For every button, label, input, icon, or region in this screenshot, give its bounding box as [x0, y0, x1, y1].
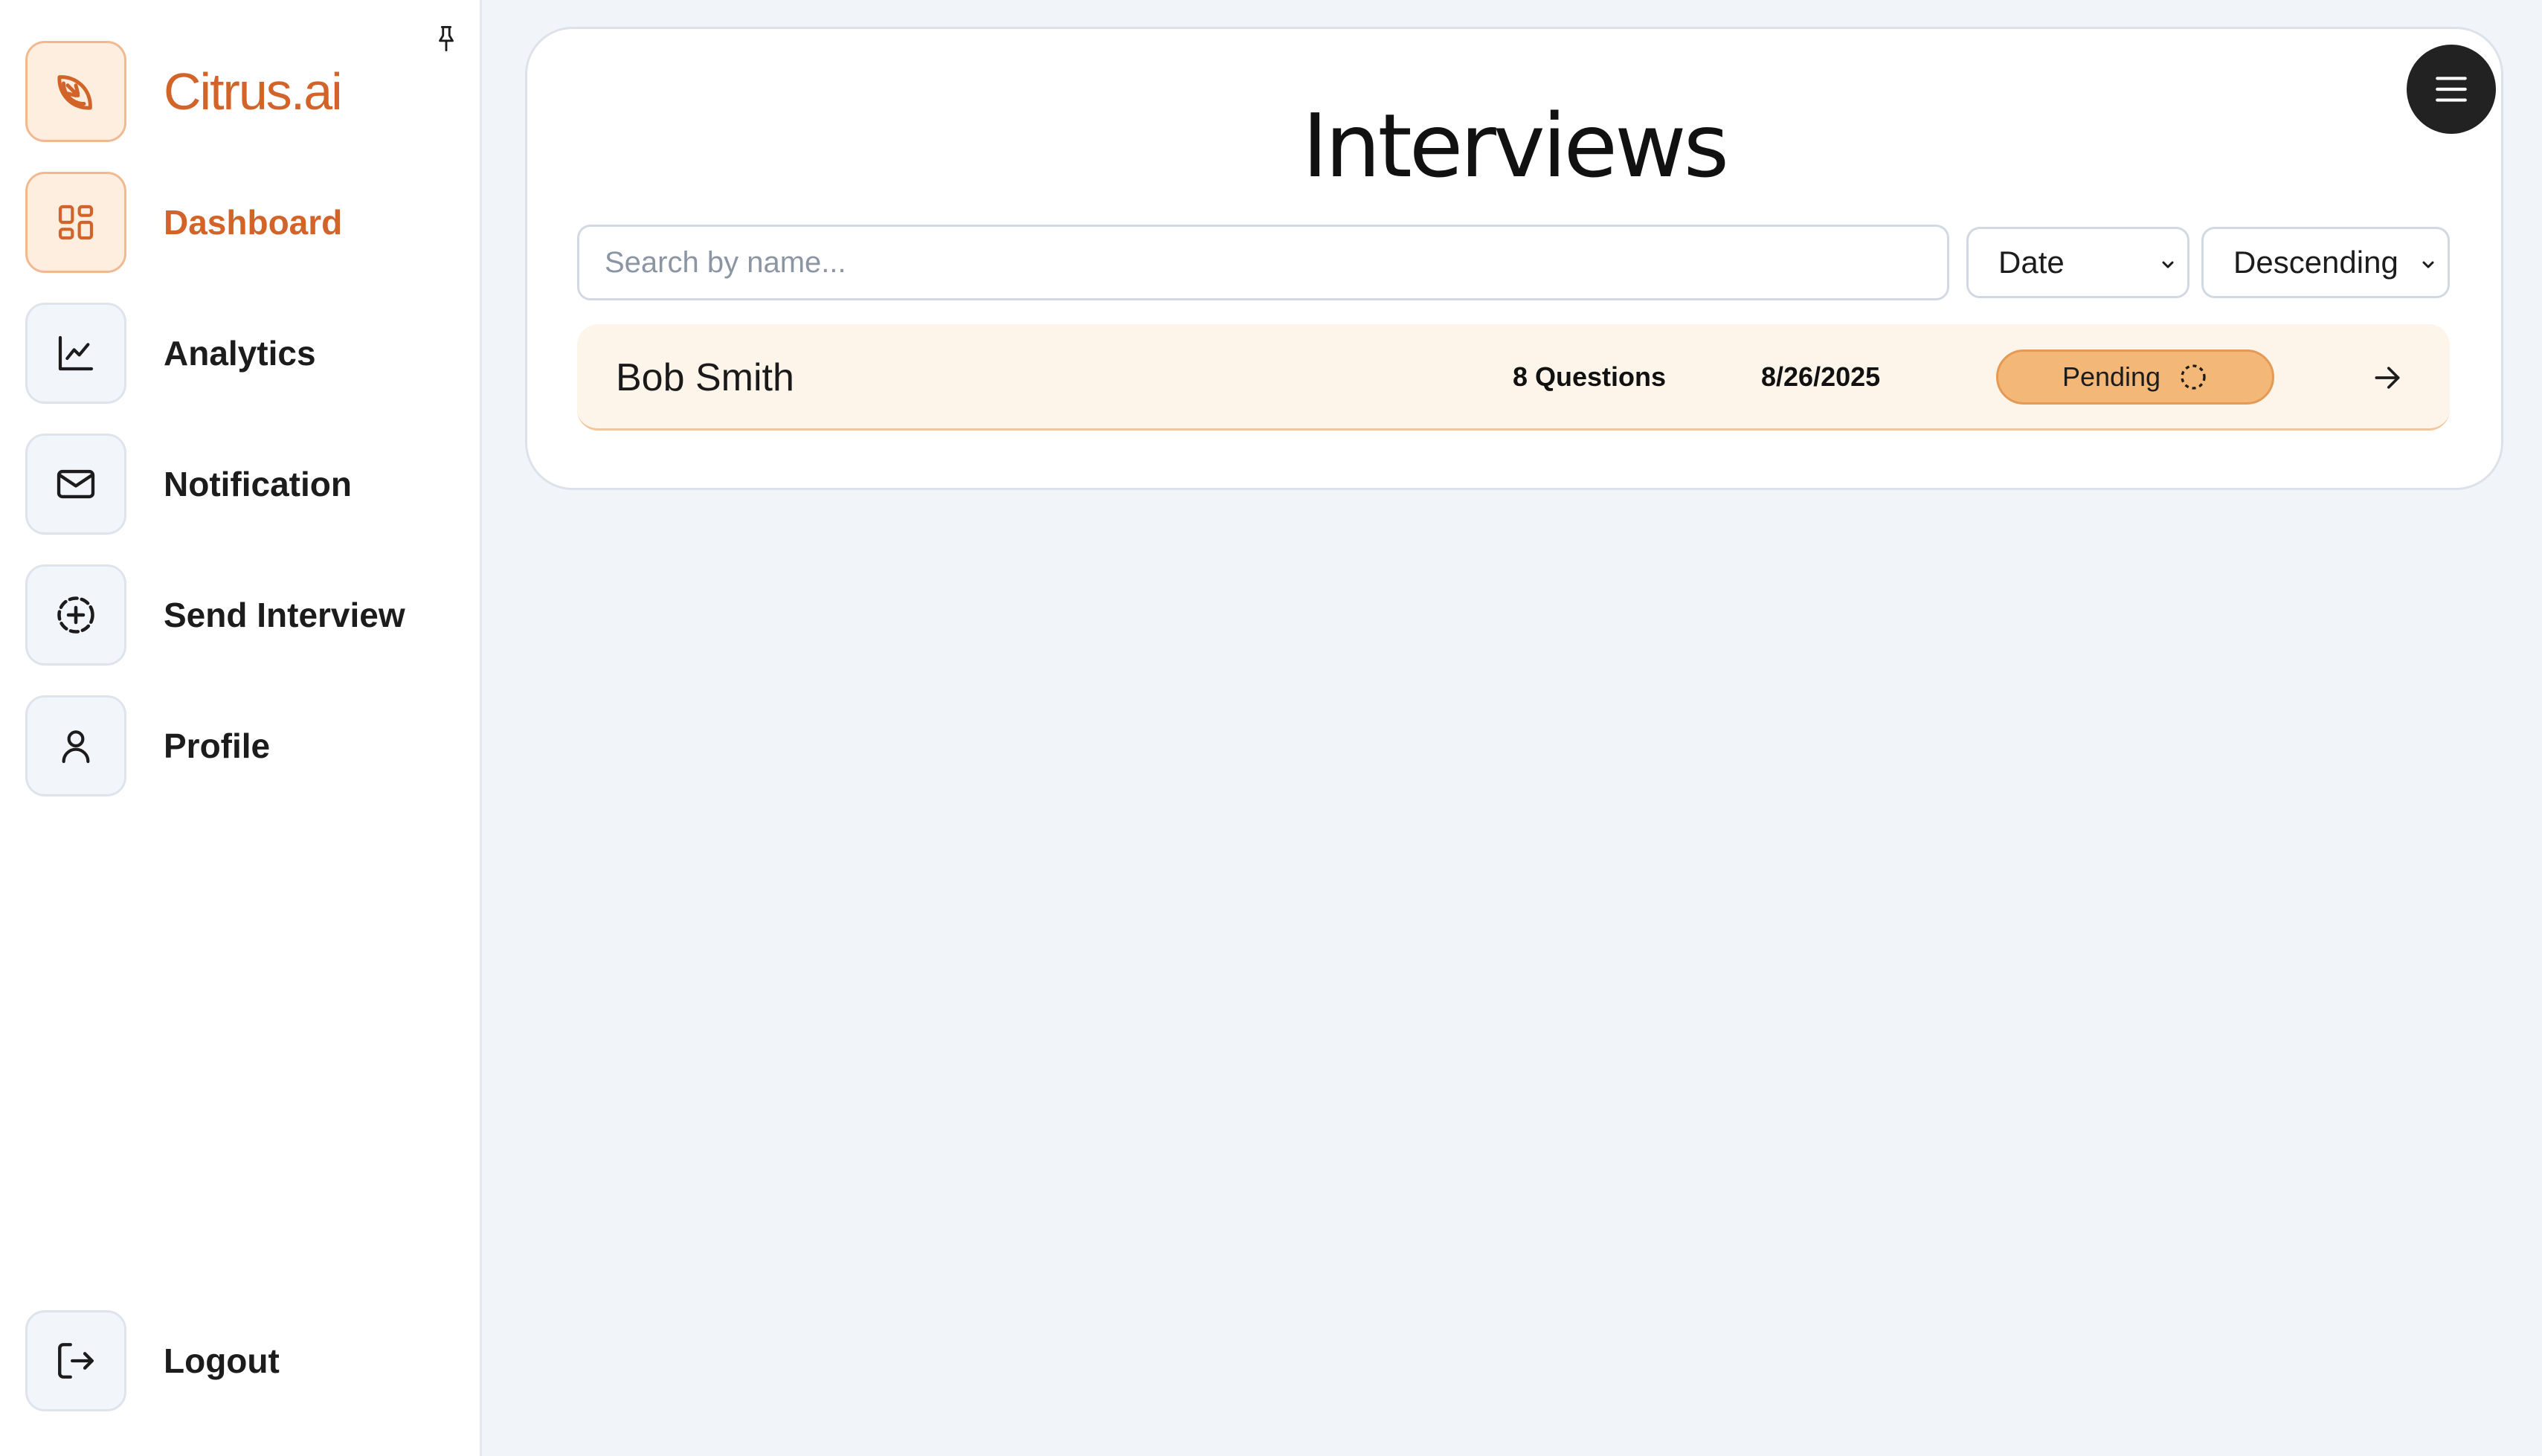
citrus-slice-icon: [25, 41, 126, 142]
plus-circle-dashed-icon: [25, 564, 126, 666]
sidebar-item-analytics[interactable]: Analytics: [25, 303, 316, 404]
sidebar-item-label: Profile: [164, 727, 271, 765]
status-text: Pending: [2062, 361, 2161, 392]
sidebar-item-dashboard[interactable]: Dashboard: [25, 172, 342, 273]
sort-order-select[interactable]: Descending: [2201, 227, 2450, 298]
sidebar-item-label: Analytics: [164, 334, 316, 373]
sidebar-item-label: Send Interview: [164, 596, 405, 634]
page-title: Interviews: [1301, 94, 1729, 197]
brand-name: Citrus.ai: [164, 62, 343, 120]
arrow-right-icon[interactable]: [2371, 361, 2404, 394]
sort-order-value: Descending: [2233, 245, 2398, 280]
status-badge: Pending: [1996, 349, 2274, 405]
brand-logo[interactable]: Citrus.ai: [25, 41, 343, 142]
interview-date: 8/26/2025: [1761, 361, 1881, 392]
sidebar-item-notification[interactable]: Notification: [25, 434, 352, 535]
logout-icon: [25, 1310, 126, 1411]
chevron-down-icon: [2422, 261, 2434, 268]
pin-icon[interactable]: [431, 22, 461, 55]
user-icon: [25, 695, 126, 796]
sidebar-item-profile[interactable]: Profile: [25, 695, 270, 796]
sort-field-select[interactable]: Date: [1966, 227, 2189, 298]
interview-row[interactable]: Bob Smith 8 Questions 8/26/2025 Pending: [577, 324, 2450, 431]
sidebar: Citrus.ai Dashboard Analytics Notificati…: [0, 0, 482, 1456]
logout-button[interactable]: Logout: [25, 1310, 280, 1411]
loader-dashed-circle-icon: [2181, 364, 2206, 390]
logout-label: Logout: [164, 1341, 280, 1380]
question-count: 8 Questions: [1513, 361, 1667, 392]
dashboard-grid-icon: [25, 172, 126, 273]
hamburger-menu-icon[interactable]: [2407, 45, 2496, 134]
sidebar-item-send-interview[interactable]: Send Interview: [25, 564, 405, 666]
mail-icon: [25, 434, 126, 535]
search-input[interactable]: [577, 225, 1949, 300]
sort-field-value: Date: [1998, 245, 2065, 280]
candidate-name: Bob Smith: [616, 356, 794, 399]
line-chart-icon: [25, 303, 126, 404]
app-root: Citrus.ai Dashboard Analytics Notificati…: [0, 0, 2542, 1456]
sidebar-item-label: Dashboard: [164, 203, 343, 242]
sidebar-item-label: Notification: [164, 465, 352, 503]
chevron-down-icon: [2162, 261, 2174, 268]
